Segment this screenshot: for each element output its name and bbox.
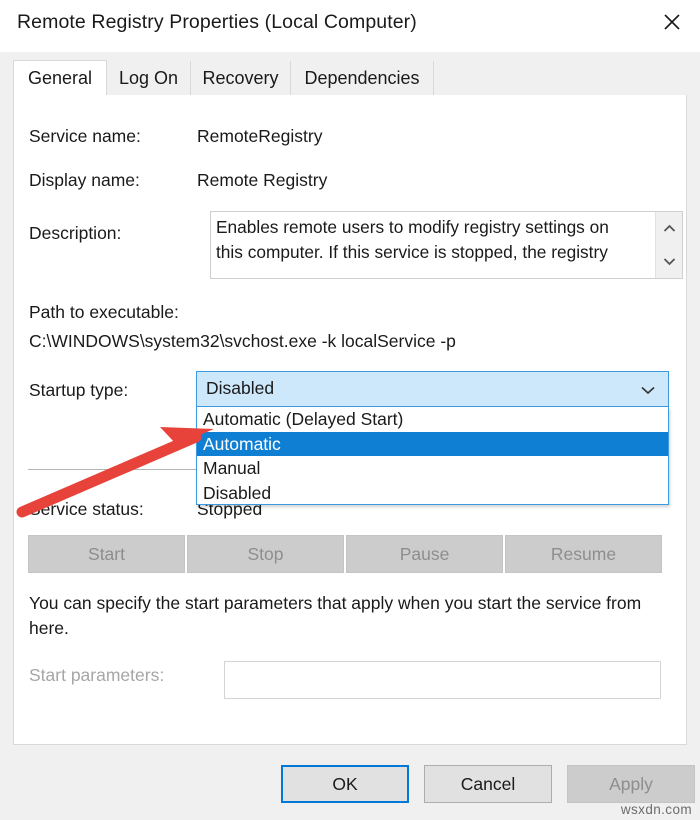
title-bar: Remote Registry Properties (Local Comput… [0, 0, 700, 52]
pause-button[interactable]: Pause [346, 535, 503, 573]
tab-general[interactable]: General [13, 60, 107, 96]
stop-button[interactable]: Stop [187, 535, 344, 573]
startup-type-dropdown-list[interactable]: Automatic (Delayed Start) Automatic Manu… [196, 407, 669, 505]
tab-recovery[interactable]: Recovery [191, 61, 291, 96]
start-parameters-help-text: You can specify the start parameters tha… [29, 593, 642, 638]
start-parameters-label: Start parameters: [29, 665, 165, 685]
tab-log-on-label: Log On [118, 68, 179, 88]
start-button-label: Start [88, 543, 125, 564]
ok-button[interactable]: OK [281, 765, 409, 803]
start-button[interactable]: Start [28, 535, 185, 573]
chevron-down-icon [663, 258, 676, 266]
startup-type-label: Startup type: [29, 380, 129, 400]
service-name-label: Service name: [29, 126, 141, 146]
startup-type-combobox[interactable]: Disabled [196, 371, 669, 407]
service-status-label: Service status: [29, 499, 144, 519]
description-label: Description: [29, 223, 122, 243]
scroll-up-button[interactable] [656, 212, 683, 245]
tab-general-label: General [27, 68, 93, 88]
dropdown-option-automatic[interactable]: Automatic [197, 431, 668, 456]
close-icon [664, 14, 680, 30]
watermark: wsxdn.com [620, 802, 692, 817]
chevron-down-icon [641, 386, 655, 395]
service-properties-dialog: Remote Registry Properties (Local Comput… [0, 0, 700, 820]
apply-button[interactable]: Apply [567, 765, 695, 803]
start-parameters-input[interactable] [224, 661, 661, 699]
dropdown-option-manual[interactable]: Manual [197, 456, 668, 481]
resume-button-label: Resume [550, 543, 617, 564]
display-name-value: Remote Registry [197, 170, 328, 190]
ok-button-label: OK [332, 773, 358, 794]
apply-button-label: Apply [609, 773, 653, 794]
dropdown-option-label: Automatic [203, 433, 281, 454]
dropdown-option-label: Disabled [203, 482, 272, 503]
tab-recovery-label: Recovery [202, 68, 279, 88]
dropdown-option-disabled[interactable]: Disabled [197, 481, 668, 506]
tab-log-on[interactable]: Log On [107, 61, 191, 96]
cancel-button[interactable]: Cancel [424, 765, 552, 803]
dropdown-option-label: Manual [203, 458, 261, 478]
tab-dependencies[interactable]: Dependencies [291, 61, 434, 96]
service-name-value: RemoteRegistry [197, 126, 323, 146]
startup-type-selected-value: Disabled [206, 378, 275, 398]
description-textarea[interactable]: Enables remote users to modify registry … [210, 211, 683, 279]
display-name-label: Display name: [29, 170, 140, 190]
path-to-executable-label: Path to executable: [29, 302, 179, 322]
description-text: Enables remote users to modify registry … [216, 217, 609, 262]
cancel-button-label: Cancel [460, 773, 516, 794]
description-scrollbar[interactable] [655, 212, 682, 278]
tab-strip: General Log On Recovery Dependencies [13, 60, 687, 96]
combobox-toggle[interactable] [638, 382, 658, 398]
resume-button[interactable]: Resume [505, 535, 662, 573]
pause-button-label: Pause [399, 543, 450, 564]
window-title: Remote Registry Properties (Local Comput… [17, 11, 417, 33]
path-to-executable-value: C:\WINDOWS\system32\svchost.exe -k local… [29, 331, 456, 351]
tab-dependencies-label: Dependencies [304, 68, 420, 88]
close-button[interactable] [644, 0, 700, 44]
chevron-up-icon [663, 224, 676, 232]
dropdown-option-automatic-delayed-start[interactable]: Automatic (Delayed Start) [197, 407, 668, 432]
stop-button-label: Stop [247, 543, 284, 564]
scroll-down-button[interactable] [656, 245, 683, 278]
dropdown-option-label: Automatic (Delayed Start) [203, 409, 404, 429]
